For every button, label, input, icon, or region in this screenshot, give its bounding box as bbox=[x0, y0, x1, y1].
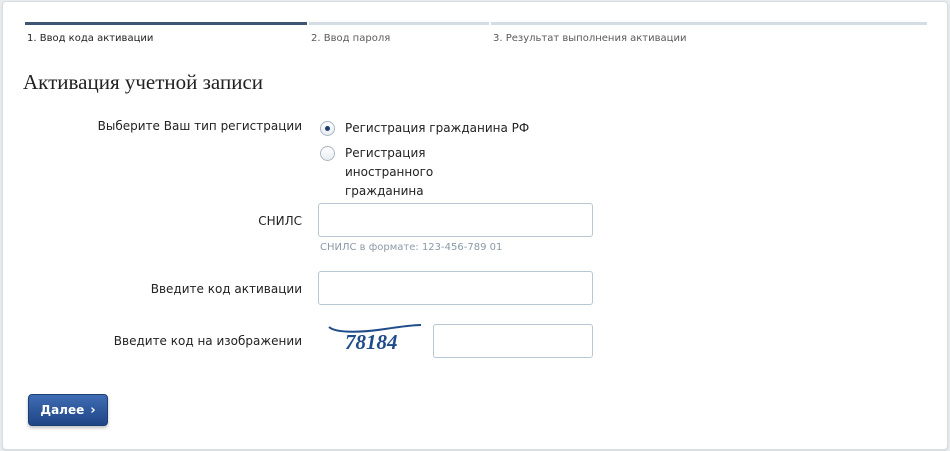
activation-code-label: Введите код активации bbox=[150, 282, 302, 296]
radio-option-foreigner[interactable]: Регистрация иностранного гражданина bbox=[320, 146, 515, 201]
progress-steps: 1. Ввод кода активации 2. Ввод пароля 3.… bbox=[25, 22, 927, 46]
step-2: 2. Ввод пароля bbox=[309, 22, 489, 46]
radio-foreigner[interactable] bbox=[320, 146, 335, 161]
captcha-text: 78184 bbox=[345, 330, 398, 354]
step-1: 1. Ввод кода активации bbox=[25, 22, 307, 46]
step-2-label: 2. Ввод пароля bbox=[311, 33, 391, 44]
snils-hint: СНИЛС в формате: 123-456-789 01 bbox=[320, 242, 503, 253]
radio-citizen[interactable] bbox=[320, 121, 335, 136]
snils-label: СНИЛС bbox=[258, 214, 302, 228]
step-3-bar bbox=[491, 22, 927, 25]
page-title: Активация учетной записи bbox=[23, 70, 264, 94]
activation-code-input[interactable] bbox=[318, 271, 593, 305]
captcha-image[interactable]: 78184 bbox=[325, 322, 425, 356]
captcha-input[interactable] bbox=[433, 324, 593, 358]
radio-citizen-label[interactable]: Регистрация гражданина РФ bbox=[345, 119, 535, 138]
step-3-label: 3. Результат выполнения активации bbox=[493, 33, 687, 44]
radio-option-citizen[interactable]: Регистрация гражданина РФ bbox=[320, 121, 535, 138]
step-1-label: 1. Ввод кода активации bbox=[27, 33, 154, 44]
registration-type-label: Выберите Ваш тип регистрации bbox=[97, 119, 302, 133]
next-button-label: Далее bbox=[40, 403, 85, 417]
chevron-right-icon: › bbox=[90, 402, 96, 418]
next-button[interactable]: Далее › bbox=[28, 394, 108, 426]
step-2-bar bbox=[309, 22, 489, 25]
step-3: 3. Результат выполнения активации bbox=[491, 22, 927, 46]
step-1-bar bbox=[25, 22, 307, 25]
captcha-label: Введите код на изображении bbox=[113, 334, 302, 348]
snils-input[interactable] bbox=[318, 203, 593, 237]
activation-panel: 1. Ввод кода активации 2. Ввод пароля 3.… bbox=[2, 1, 948, 450]
radio-foreigner-label[interactable]: Регистрация иностранного гражданина bbox=[345, 144, 515, 201]
